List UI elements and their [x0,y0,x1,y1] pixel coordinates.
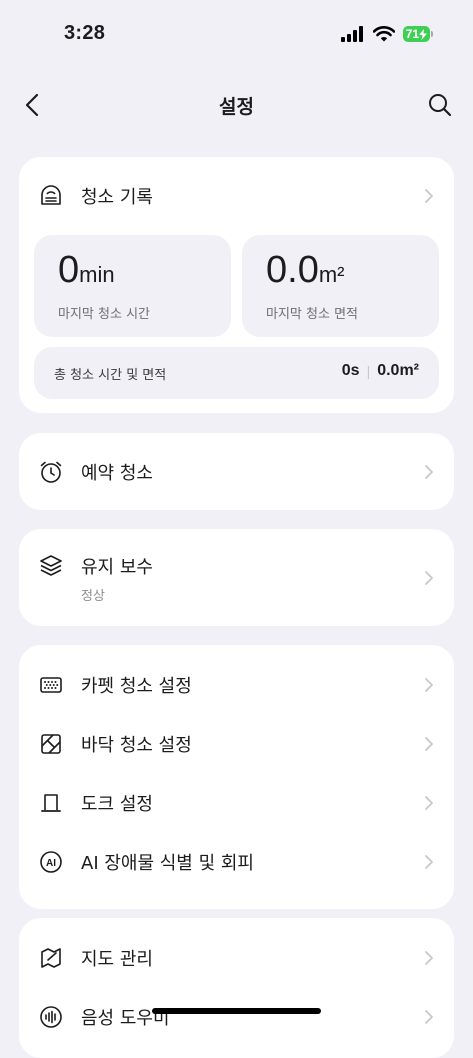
map-icon [39,946,63,970]
total-cleaning-box: 총 청소 시간 및 면적 0s | 0.0m² [34,347,439,399]
total-area: 0.0m² [377,362,419,379]
last-cleaning-area-label: 마지막 청소 면적 [266,307,358,322]
search-button[interactable] [425,90,455,120]
wifi-icon [372,26,395,42]
dock-settings-row[interactable]: 도크 설정 [19,773,454,832]
voice-assistant-row[interactable]: 음성 도우미 [19,987,454,1046]
chevron-right-icon [425,1009,433,1024]
last-cleaning-time-value: 0min [58,249,115,291]
battery-level: 71 [405,27,419,41]
svg-text:AI: AI [46,858,56,869]
ai-obstacle-label: AI 장애물 식별 및 회피 [81,852,254,874]
schedule-row[interactable]: 예약 청소 [19,433,454,510]
last-cleaning-area-value: 0.0m² [266,249,345,291]
chevron-right-icon [425,464,433,479]
maintenance-status: 정상 [81,589,105,604]
voice-wave-icon [39,1005,63,1029]
alarm-clock-icon [39,460,63,484]
maintenance-label: 유지 보수 [81,557,153,578]
nav-bar: 설정 [0,80,473,130]
page-title: 설정 [219,96,254,118]
schedule-label: 예약 청소 [81,462,153,484]
cleaning-history-card: 청소 기록 0min 마지막 청소 시간 0.0m² 마지막 청소 면적 총 청… [19,157,454,413]
battery-icon: 71 [402,26,433,42]
chevron-right-icon [425,795,433,810]
floor-settings-row[interactable]: 바닥 청소 설정 [19,714,454,773]
robot-vacuum-icon [39,184,63,208]
last-cleaning-time-box: 0min 마지막 청소 시간 [34,235,231,337]
schedule-card: 예약 청소 [19,433,454,510]
last-cleaning-time-label: 마지막 청소 시간 [58,307,150,322]
chevron-right-icon [425,189,433,203]
more-settings-card: 지도 관리 음성 도우미 [19,918,454,1058]
chevron-right-icon [425,854,433,869]
dock-icon [39,791,63,815]
signal-icon [340,26,363,42]
total-time: 0s [341,362,360,379]
total-cleaning-label: 총 청소 시간 및 면적 [54,368,167,383]
home-indicator[interactable] [152,1008,321,1014]
map-management-label: 지도 관리 [81,948,153,970]
cleaning-settings-card: 카펫 청소 설정 바닥 청소 설정 도크 설정 AI AI 장애물 식별 및 회… [19,645,454,909]
cleaning-history-label: 청소 기록 [81,187,153,208]
chevron-right-icon [425,677,433,692]
status-time: 3:28 [64,22,106,44]
status-bar: 3:28 71 [0,0,473,70]
chevron-right-icon [425,570,433,585]
maintenance-card: 유지 보수 정상 [19,529,454,626]
dock-settings-label: 도크 설정 [81,793,153,815]
carpet-settings-label: 카펫 청소 설정 [81,675,192,697]
carpet-icon [39,673,63,697]
map-management-row[interactable]: 지도 관리 [19,928,454,987]
layers-icon [39,553,63,577]
ai-obstacle-row[interactable]: AI AI 장애물 식별 및 회피 [19,832,454,891]
cleaning-history-row[interactable]: 청소 기록 [19,157,454,235]
status-icons: 71 [340,26,433,42]
last-cleaning-area-box: 0.0m² 마지막 청소 면적 [242,235,439,337]
maintenance-row[interactable]: 유지 보수 정상 [19,529,454,626]
floor-settings-label: 바닥 청소 설정 [81,734,192,756]
carpet-settings-row[interactable]: 카펫 청소 설정 [19,655,454,714]
search-icon [429,94,452,117]
floor-icon [39,732,63,756]
ai-icon: AI [39,850,63,874]
chevron-right-icon [425,736,433,751]
chevron-right-icon [425,950,433,965]
total-cleaning-values: 0s | 0.0m² [341,362,419,379]
